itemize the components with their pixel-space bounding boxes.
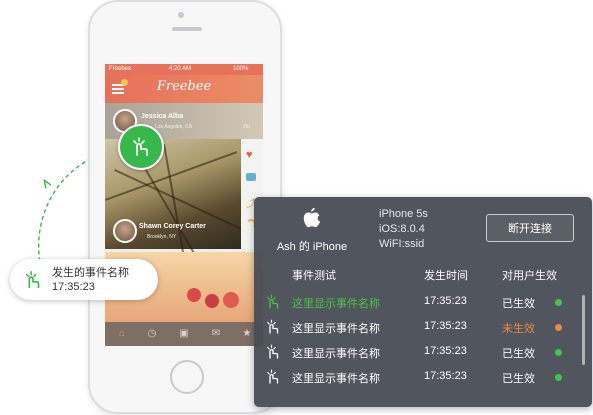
event-row-name: 这里显示事件名称	[292, 348, 380, 360]
front-camera	[178, 12, 184, 18]
event-row-time: 17:35:23	[424, 345, 467, 357]
event-row-time: 17:35:23	[424, 370, 467, 382]
heart-icon[interactable]: ♥	[246, 149, 253, 161]
event-row-name: 这里显示事件名称	[292, 298, 380, 310]
event-time: 17:35:23	[52, 281, 95, 293]
tap-hand-icon	[264, 318, 282, 336]
card-location: Los Angeles, CA	[155, 124, 192, 130]
status-carrier: Freebee	[109, 66, 132, 72]
tap-hand-icon	[264, 368, 282, 386]
fruit-image	[223, 292, 239, 308]
apple-logo-icon	[303, 207, 321, 228]
device-model: iPhone 5s	[379, 208, 428, 220]
status-battery: 100%	[233, 66, 249, 72]
event-row[interactable]: 这里显示事件名称 17:35:23 已生效	[254, 365, 580, 390]
device-wifi: WiFI:ssid	[379, 238, 425, 250]
tap-hand-icon	[133, 137, 148, 156]
comment-icon[interactable]	[246, 173, 256, 181]
event-row-status: 未生效	[502, 323, 535, 335]
card-location: Brooklyn, NY	[147, 234, 177, 240]
status-bar: Freebee 4:20 AM 100%	[105, 64, 263, 75]
event-row-name: 这里显示事件名称	[292, 323, 380, 335]
camera-icon[interactable]: ▣	[178, 328, 190, 340]
phone-screen: Freebee 4:20 AM 100% Freebee Jessica Alb…	[105, 64, 263, 346]
card-user-name: Shawn Corey Carter	[139, 223, 206, 230]
event-callout: 发生的事件名称 17:35:23	[10, 259, 158, 300]
home-icon[interactable]: ⌂	[116, 328, 128, 340]
column-header-event: 事件测试	[292, 270, 336, 282]
event-row-time: 17:35:23	[424, 320, 467, 332]
event-row-status: 已生效	[502, 298, 535, 310]
event-list: 这里显示事件名称 17:35:23 已生效 这里显示事件名称 17:35:23 未生效 这里…	[254, 290, 580, 400]
tap-hand-icon	[264, 293, 282, 311]
status-dot	[555, 349, 562, 356]
device-name: Ash 的 iPhone	[276, 241, 348, 253]
event-row-time: 17:35:23	[424, 295, 467, 307]
status-time: 4:20 AM	[169, 66, 192, 72]
card-user-name: Jessica Alba	[141, 113, 184, 120]
avatar	[113, 219, 137, 243]
event-row[interactable]: 这里显示事件名称 17:35:23 已生效	[254, 340, 580, 365]
event-row-status: 已生效	[502, 348, 535, 360]
tap-hand-icon	[264, 343, 282, 361]
star-icon[interactable]: ★	[241, 328, 253, 340]
column-header-time: 发生时间	[424, 270, 468, 282]
mail-icon[interactable]: ✉	[210, 328, 222, 340]
app-header: Freebee	[105, 75, 263, 103]
clock-icon[interactable]: ◷	[146, 328, 158, 340]
status-dot	[555, 324, 562, 331]
scrollbar[interactable]	[582, 295, 585, 365]
status-dot	[555, 374, 562, 381]
card-age: 2m	[243, 124, 250, 130]
device-ios-version: iOS:8.0.4	[379, 223, 425, 235]
earpiece-speaker	[172, 27, 202, 31]
disconnect-button[interactable]: 断开连接	[486, 214, 574, 242]
tab-bar: ⌂ ◷ ▣ ✉ ★	[105, 322, 263, 346]
event-row-name: 这里显示事件名称	[292, 373, 380, 385]
event-row-status: 已生效	[502, 373, 535, 385]
fruit-image	[187, 288, 201, 302]
event-row[interactable]: 这里显示事件名称 17:35:23 未生效	[254, 315, 580, 340]
home-button[interactable]	[170, 360, 204, 394]
touch-event-marker	[118, 124, 164, 170]
notification-badge	[121, 79, 128, 86]
event-row[interactable]: 这里显示事件名称 17:35:23 已生效	[254, 290, 580, 315]
device-event-panel: Ash 的 iPhone iPhone 5s iOS:8.0.4 WiFI:ss…	[254, 197, 592, 407]
fruit-image	[205, 294, 219, 308]
app-title: Freebee	[156, 79, 212, 94]
column-header-effect: 对用户生效	[502, 270, 557, 282]
tap-hand-icon	[25, 271, 40, 289]
status-dot	[555, 299, 562, 306]
event-name: 发生的事件名称	[52, 267, 129, 279]
